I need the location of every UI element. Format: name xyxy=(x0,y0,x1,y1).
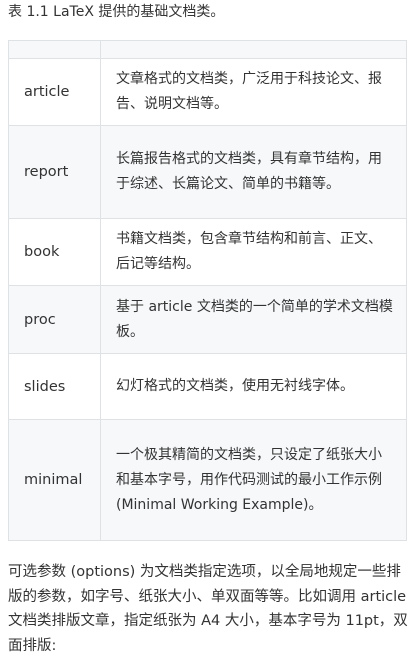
class-name-cell: slides xyxy=(8,353,101,420)
table-row: book 书籍文档类，包含章节结构和前言、正文、后记等结构。 xyxy=(8,218,407,286)
class-name-cell: proc xyxy=(8,285,101,354)
table-row: article 文章格式的文档类，广泛用于科技论文、报告、说明文档等。 xyxy=(8,58,407,126)
table-row: slides 幻灯格式的文档类，使用无衬线字体。 xyxy=(8,353,407,420)
class-desc-cell: 幻灯格式的文档类，使用无衬线字体。 xyxy=(100,353,407,420)
table-caption: 表 1.1 LaTeX 提供的基础文档类。 xyxy=(8,4,225,20)
document-class-table: article 文章格式的文档类，广泛用于科技论文、报告、说明文档等。 repo… xyxy=(8,40,407,541)
class-desc-cell: 基于 article 文档类的一个简单的学术文档模板。 xyxy=(100,285,407,354)
body-paragraph: 可选参数 (options) 为文档类指定选项，以全局地规定一些排版的参数，如字… xyxy=(8,564,408,654)
table-header-cell-desc xyxy=(100,40,407,59)
table-row: proc 基于 article 文档类的一个简单的学术文档模板。 xyxy=(8,285,407,354)
class-name-cell: report xyxy=(8,125,101,219)
class-desc-cell: 书籍文档类，包含章节结构和前言、正文、后记等结构。 xyxy=(100,218,407,286)
class-name-cell: book xyxy=(8,218,101,286)
table-header-cell-name xyxy=(8,40,101,59)
class-name-cell: minimal xyxy=(8,419,101,541)
class-desc-cell: 文章格式的文档类，广泛用于科技论文、报告、说明文档等。 xyxy=(100,58,407,126)
class-name-cell: article xyxy=(8,58,101,126)
table-row: report 长篇报告格式的文档类，具有章节结构，用于综述、长篇论文、简单的书籍… xyxy=(8,125,407,219)
table-header-row xyxy=(8,40,407,59)
table-row: minimal 一个极其精简的文档类，只设定了纸张大小和基本字号，用作代码测试的… xyxy=(8,419,407,541)
class-desc-cell: 长篇报告格式的文档类，具有章节结构，用于综述、长篇论文、简单的书籍等。 xyxy=(100,125,407,219)
class-desc-cell: 一个极其精简的文档类，只设定了纸张大小和基本字号，用作代码测试的最小工作示例(M… xyxy=(100,419,407,541)
